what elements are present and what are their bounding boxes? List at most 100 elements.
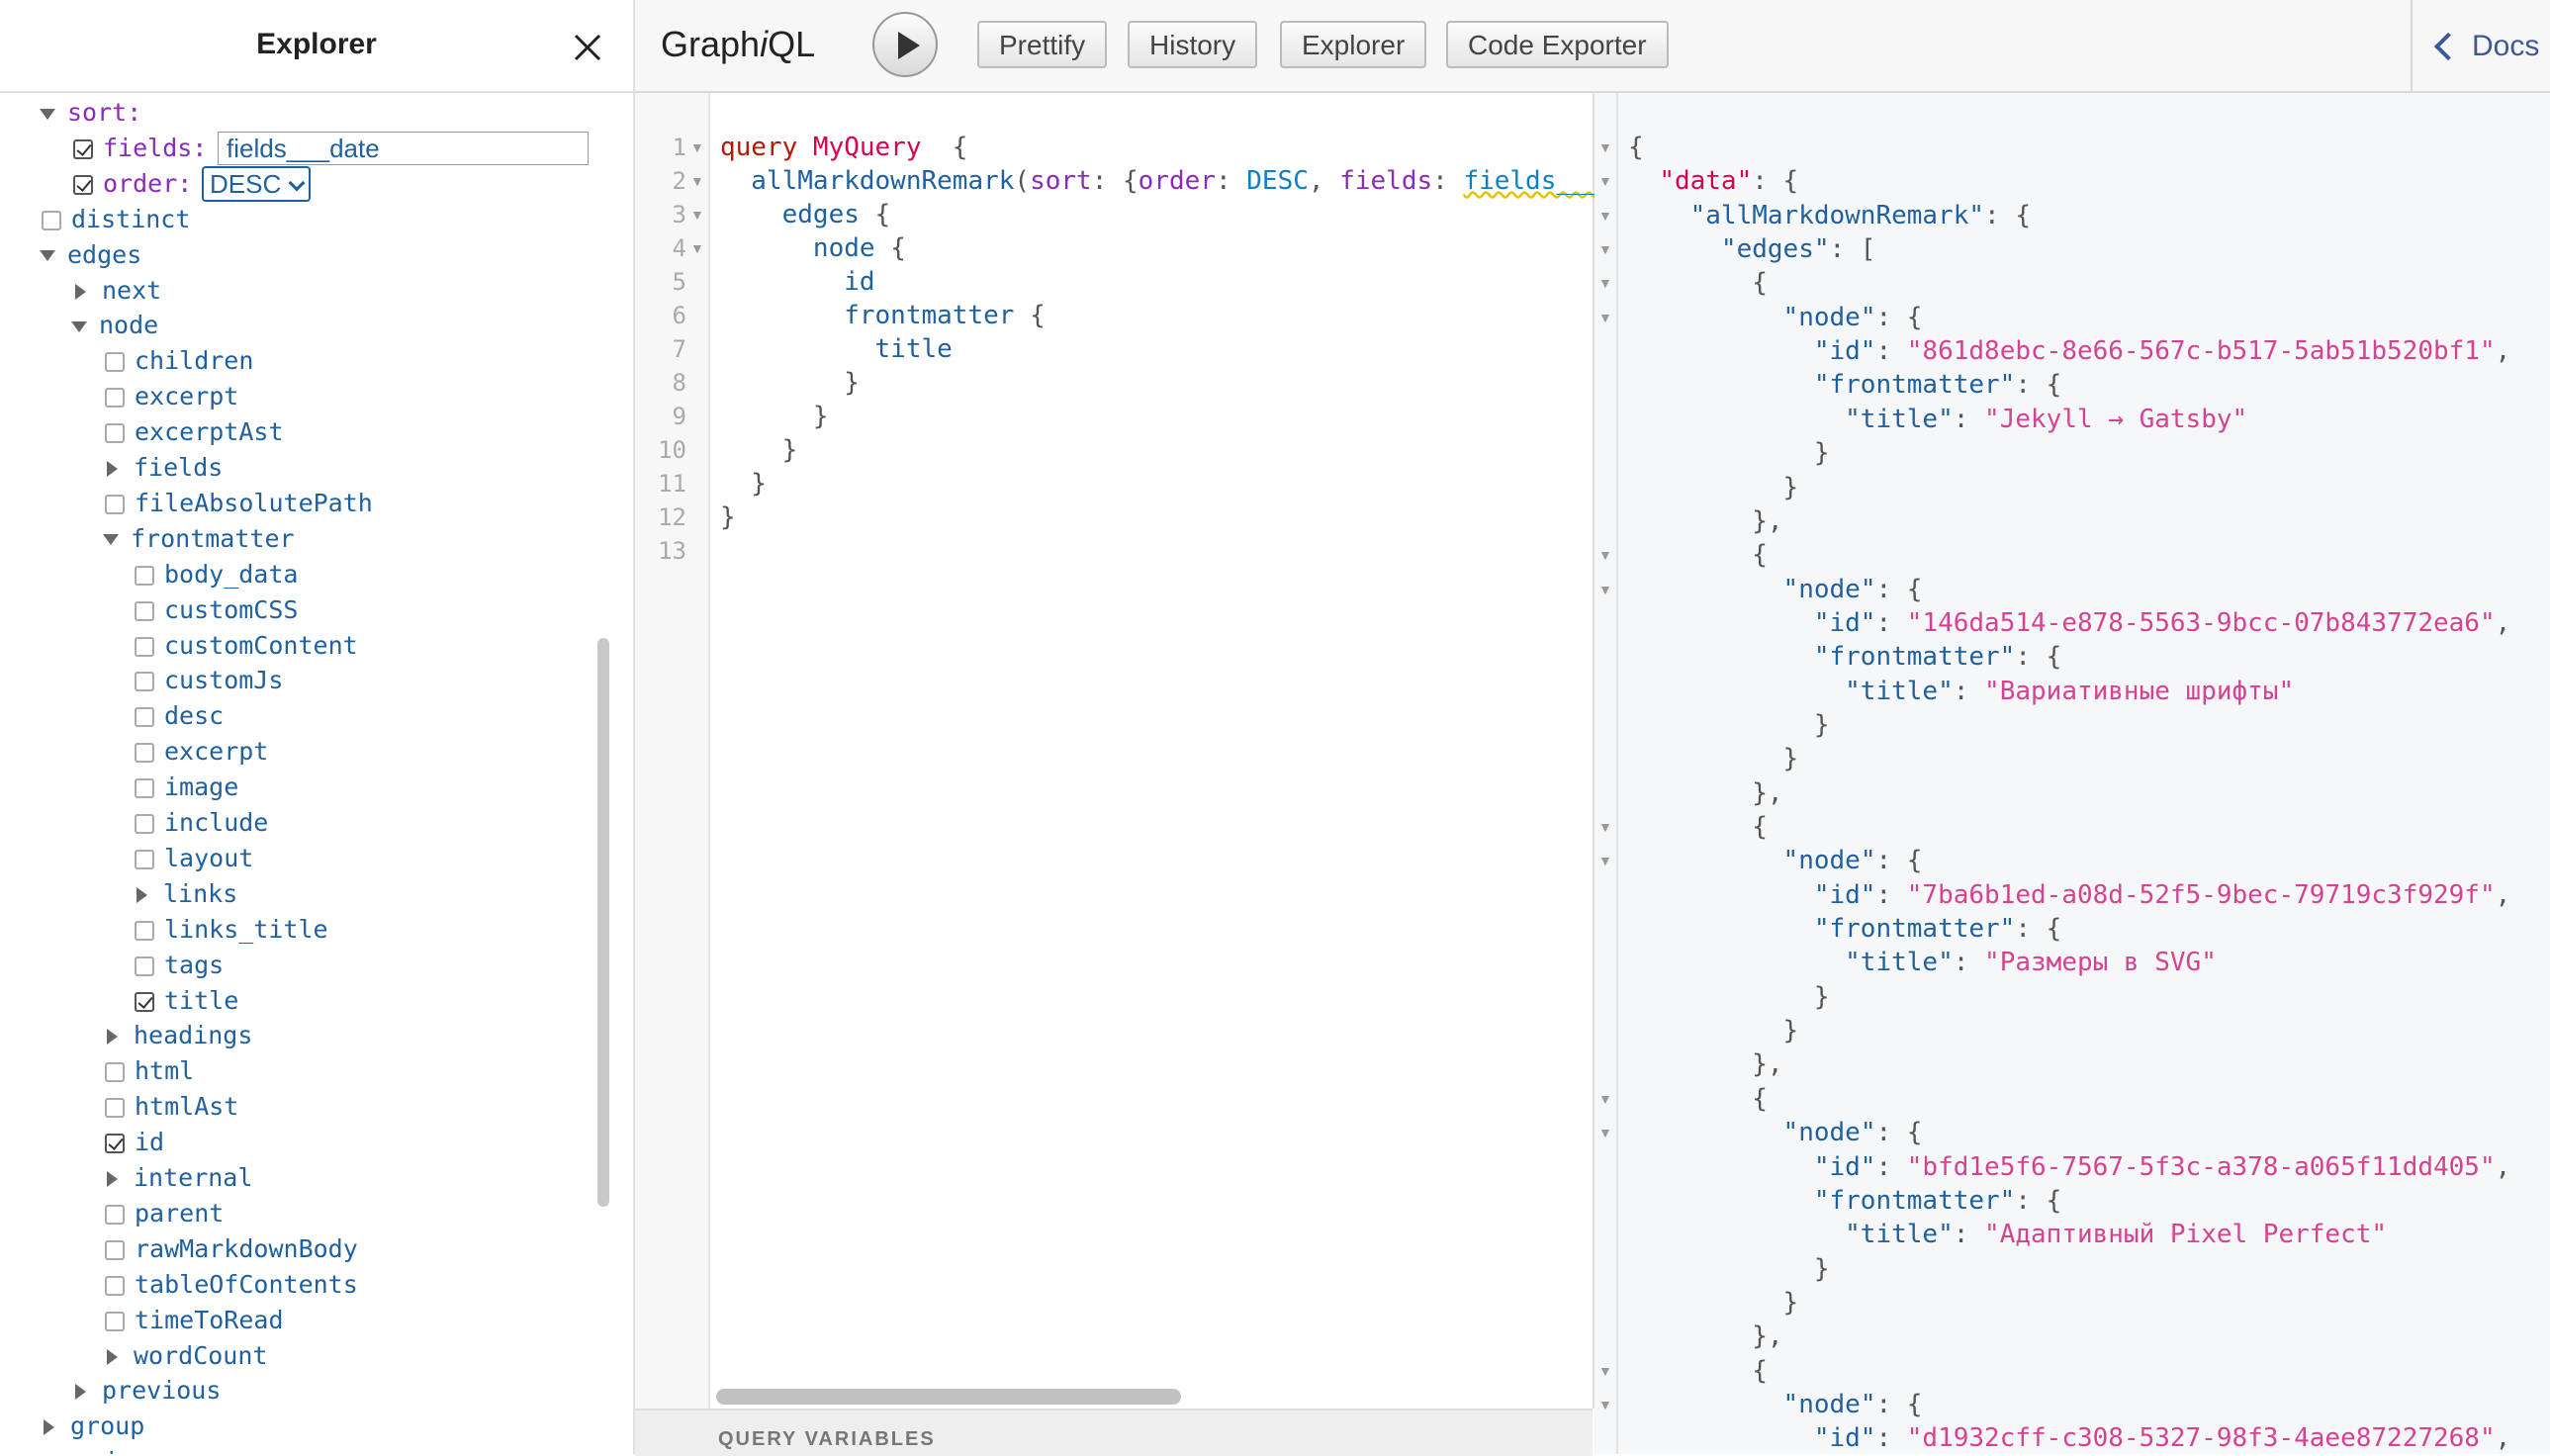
checkbox-icon[interactable] — [135, 636, 154, 657]
checkbox-icon[interactable] — [105, 494, 125, 514]
checkbox-icon[interactable] — [105, 1275, 125, 1296]
tree-item-links-title[interactable]: links_title — [135, 912, 328, 948]
tree-item-customcss[interactable]: customCSS — [135, 592, 298, 628]
fold-toggle-icon[interactable]: ▼ — [690, 231, 704, 265]
tree-item-group[interactable]: group — [40, 1409, 144, 1444]
tree-item-excerptast[interactable]: excerptAst — [105, 414, 284, 450]
checkbox-icon[interactable] — [42, 210, 61, 230]
tree-item-nodes[interactable]: nodes — [40, 1444, 144, 1454]
tree-item-customjs[interactable]: customJs — [135, 663, 283, 698]
checkbox-icon[interactable] — [135, 991, 154, 1012]
fold-toggle-icon[interactable]: ▼ — [1598, 131, 1612, 164]
fold-toggle-icon[interactable]: ▼ — [1598, 301, 1612, 334]
fold-toggle-icon[interactable]: ▼ — [690, 164, 704, 198]
tree-item-tableofcontents[interactable]: tableOfContents — [105, 1267, 358, 1303]
tree-item-image[interactable]: image — [135, 770, 238, 805]
fields-input[interactable]: fields___date — [218, 131, 589, 165]
fold-toggle-icon[interactable]: ▼ — [1598, 810, 1612, 844]
tree-item-include[interactable]: include — [135, 805, 268, 841]
tree-item-fileabsolutepath[interactable]: fileAbsolutePath — [105, 486, 373, 521]
checkbox-icon[interactable] — [73, 138, 93, 159]
tree-item-tags[interactable]: tags — [135, 948, 224, 983]
tree-item-children[interactable]: children — [105, 343, 253, 379]
tree-item-edges[interactable]: edges — [40, 237, 141, 273]
tree-item-body-data[interactable]: body_data — [135, 557, 298, 592]
fold-toggle-icon[interactable]: ▼ — [1598, 573, 1612, 606]
checkbox-icon[interactable] — [135, 849, 154, 869]
code-exporter-button[interactable]: Code Exporter — [1446, 21, 1669, 68]
tree-item-wordcount[interactable]: wordCount — [103, 1338, 267, 1374]
fold-toggle-icon[interactable]: ▼ — [1598, 199, 1612, 232]
json-token: }, — [1628, 777, 1783, 808]
fold-toggle-icon[interactable]: ▼ — [1598, 1388, 1612, 1421]
fold-toggle-icon[interactable]: ▼ — [1598, 538, 1612, 572]
checkbox-icon[interactable] — [135, 920, 154, 941]
explorer-button[interactable]: Explorer — [1280, 21, 1427, 68]
editor-horizontal-scrollbar[interactable] — [716, 1389, 1181, 1405]
fold-toggle-icon[interactable]: ▼ — [1598, 1116, 1612, 1149]
checkbox-icon[interactable] — [105, 1239, 125, 1260]
run-button[interactable] — [872, 12, 938, 77]
fold-toggle-icon[interactable]: ▼ — [1598, 844, 1612, 877]
tree-item-node[interactable]: node — [71, 308, 158, 343]
checkbox-icon[interactable] — [105, 1311, 125, 1331]
tree-item-html[interactable]: html — [105, 1053, 194, 1089]
order-select[interactable]: DESC — [202, 165, 312, 202]
chevron-right-icon — [75, 1384, 86, 1401]
checkbox-icon[interactable] — [105, 1134, 125, 1154]
tree-item-internal[interactable]: internal — [103, 1160, 252, 1196]
checkbox-icon[interactable] — [135, 956, 154, 976]
fold-toggle-icon[interactable]: ▼ — [690, 131, 704, 164]
checkbox-icon[interactable] — [105, 1204, 125, 1225]
checkbox-icon[interactable] — [135, 672, 154, 692]
tree-item-parent[interactable]: parent — [105, 1196, 224, 1231]
fold-toggle-icon[interactable]: ▼ — [1598, 1082, 1612, 1116]
tree-item-fields[interactable]: fields — [103, 450, 223, 486]
fold-toggle-icon[interactable]: ▼ — [1598, 266, 1612, 300]
tree-item-next[interactable]: next — [71, 273, 161, 309]
tree-item-customcontent[interactable]: customContent — [135, 628, 358, 664]
query-variables-bar[interactable]: QUERY VARIABLES — [635, 1409, 1593, 1456]
checkbox-icon[interactable] — [135, 707, 154, 728]
docs-button[interactable]: Docs — [2411, 0, 2550, 91]
close-icon[interactable] — [572, 32, 603, 63]
tree-item-title[interactable]: title — [135, 983, 238, 1019]
fold-toggle-icon[interactable]: ▼ — [690, 198, 704, 231]
checkbox-icon[interactable] — [135, 565, 154, 586]
tree-item-distinct[interactable]: distinct — [42, 202, 190, 237]
checkbox-icon[interactable] — [135, 814, 154, 834]
query-editor[interactable]: 1 2 3 4 5 6 7 8 9 10 11 12 13 ▼ ▼ ▼ ▼ query MyQuery { al… — [635, 93, 1602, 1409]
tree-item-fields[interactable]: fields: — [73, 131, 207, 166]
tree-item-excerpt[interactable]: excerpt — [105, 379, 238, 414]
prettify-button[interactable]: Prettify — [977, 21, 1108, 68]
tree-item-headings[interactable]: headings — [103, 1018, 252, 1053]
tree-item-desc[interactable]: desc — [135, 698, 224, 734]
checkbox-icon[interactable] — [105, 388, 125, 409]
fold-toggle-icon[interactable]: ▼ — [1598, 1354, 1612, 1388]
tree-item-sort[interactable]: sort: — [40, 95, 141, 131]
checkbox-icon[interactable] — [105, 352, 125, 373]
tree-item-layout[interactable]: layout — [135, 841, 253, 876]
checkbox-icon[interactable] — [135, 743, 154, 764]
history-button[interactable]: History — [1128, 21, 1258, 68]
tree-item-excerpt[interactable]: excerpt — [135, 734, 268, 770]
tree-item-timetoread[interactable]: timeToRead — [105, 1303, 284, 1338]
tree-item-id[interactable]: id — [105, 1125, 164, 1160]
fold-toggle-icon[interactable]: ▼ — [1598, 164, 1612, 198]
checkbox-icon[interactable] — [73, 174, 93, 195]
json-token: : { — [2015, 1185, 2062, 1216]
tree-item-htmlast[interactable]: htmlAst — [105, 1089, 238, 1125]
checkbox-icon[interactable] — [105, 1098, 125, 1119]
checkbox-icon[interactable] — [105, 1062, 125, 1083]
tree-item-rawmarkdownbody[interactable]: rawMarkdownBody — [105, 1231, 358, 1267]
fold-toggle-icon[interactable]: ▼ — [1598, 232, 1612, 266]
tree-item-frontmatter[interactable]: frontmatter — [103, 521, 295, 557]
checkbox-icon[interactable] — [135, 600, 154, 621]
checkbox-icon[interactable] — [135, 778, 154, 799]
checkbox-icon[interactable] — [105, 423, 125, 444]
tree-item-links[interactable]: links — [133, 876, 237, 912]
tree-item-previous[interactable]: previous — [71, 1373, 221, 1409]
tree-item-order[interactable]: order: — [73, 166, 192, 202]
explorer-scrollbar[interactable] — [597, 638, 609, 1207]
